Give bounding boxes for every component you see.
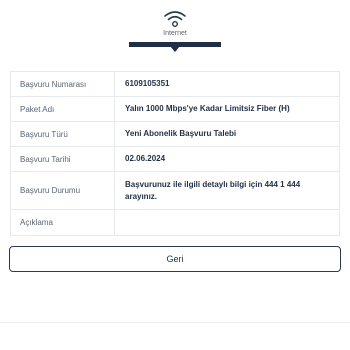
row-value-package-name: Yalın 1000 Mbps'ye Kadar Limitsiz Fiber … — [125, 104, 290, 113]
tab-label: Internet — [163, 30, 187, 37]
application-details-table: Başvuru Numarası 6109105351 Paket Adı Ya… — [10, 71, 340, 236]
table-row: Başvuru Tarihi 02.06.2024 — [11, 147, 339, 172]
table-row: Başvuru Türü Yeni Abonelik Başvuru Taleb… — [11, 122, 339, 147]
row-label-description: Açıklama — [11, 210, 115, 235]
header: Internet — [0, 0, 350, 56]
row-value-application-status: Başvurunuz ile ilgili detaylı bilgi için… — [125, 179, 301, 201]
row-value-application-date: 02.06.2024 — [125, 154, 166, 163]
table-row: Başvuru Durumu Başvurunuz ile ilgili det… — [11, 172, 339, 210]
row-value-application-type: Yeni Abonelik Başvuru Talebi — [125, 129, 237, 138]
table-row: Açıklama — [11, 210, 339, 235]
row-value-application-number: 6109105351 — [125, 79, 170, 88]
table-row: Paket Adı Yalın 1000 Mbps'ye Kadar Limit… — [11, 97, 339, 122]
wifi-icon — [163, 9, 187, 29]
tab-internet[interactable]: Internet — [129, 8, 221, 54]
row-label-package-name: Paket Adı — [11, 97, 115, 121]
row-label-application-date: Başvuru Tarihi — [11, 147, 115, 171]
row-label-application-status: Başvuru Durumu — [11, 172, 115, 209]
row-label-application-number: Başvuru Numarası — [11, 72, 115, 96]
row-value-description — [115, 210, 339, 235]
back-button[interactable]: Geri — [9, 246, 341, 272]
table-row: Başvuru Numarası 6109105351 — [11, 72, 339, 97]
active-tab-pointer — [170, 46, 180, 52]
row-label-application-type: Başvuru Türü — [11, 122, 115, 146]
divider — [0, 322, 350, 323]
